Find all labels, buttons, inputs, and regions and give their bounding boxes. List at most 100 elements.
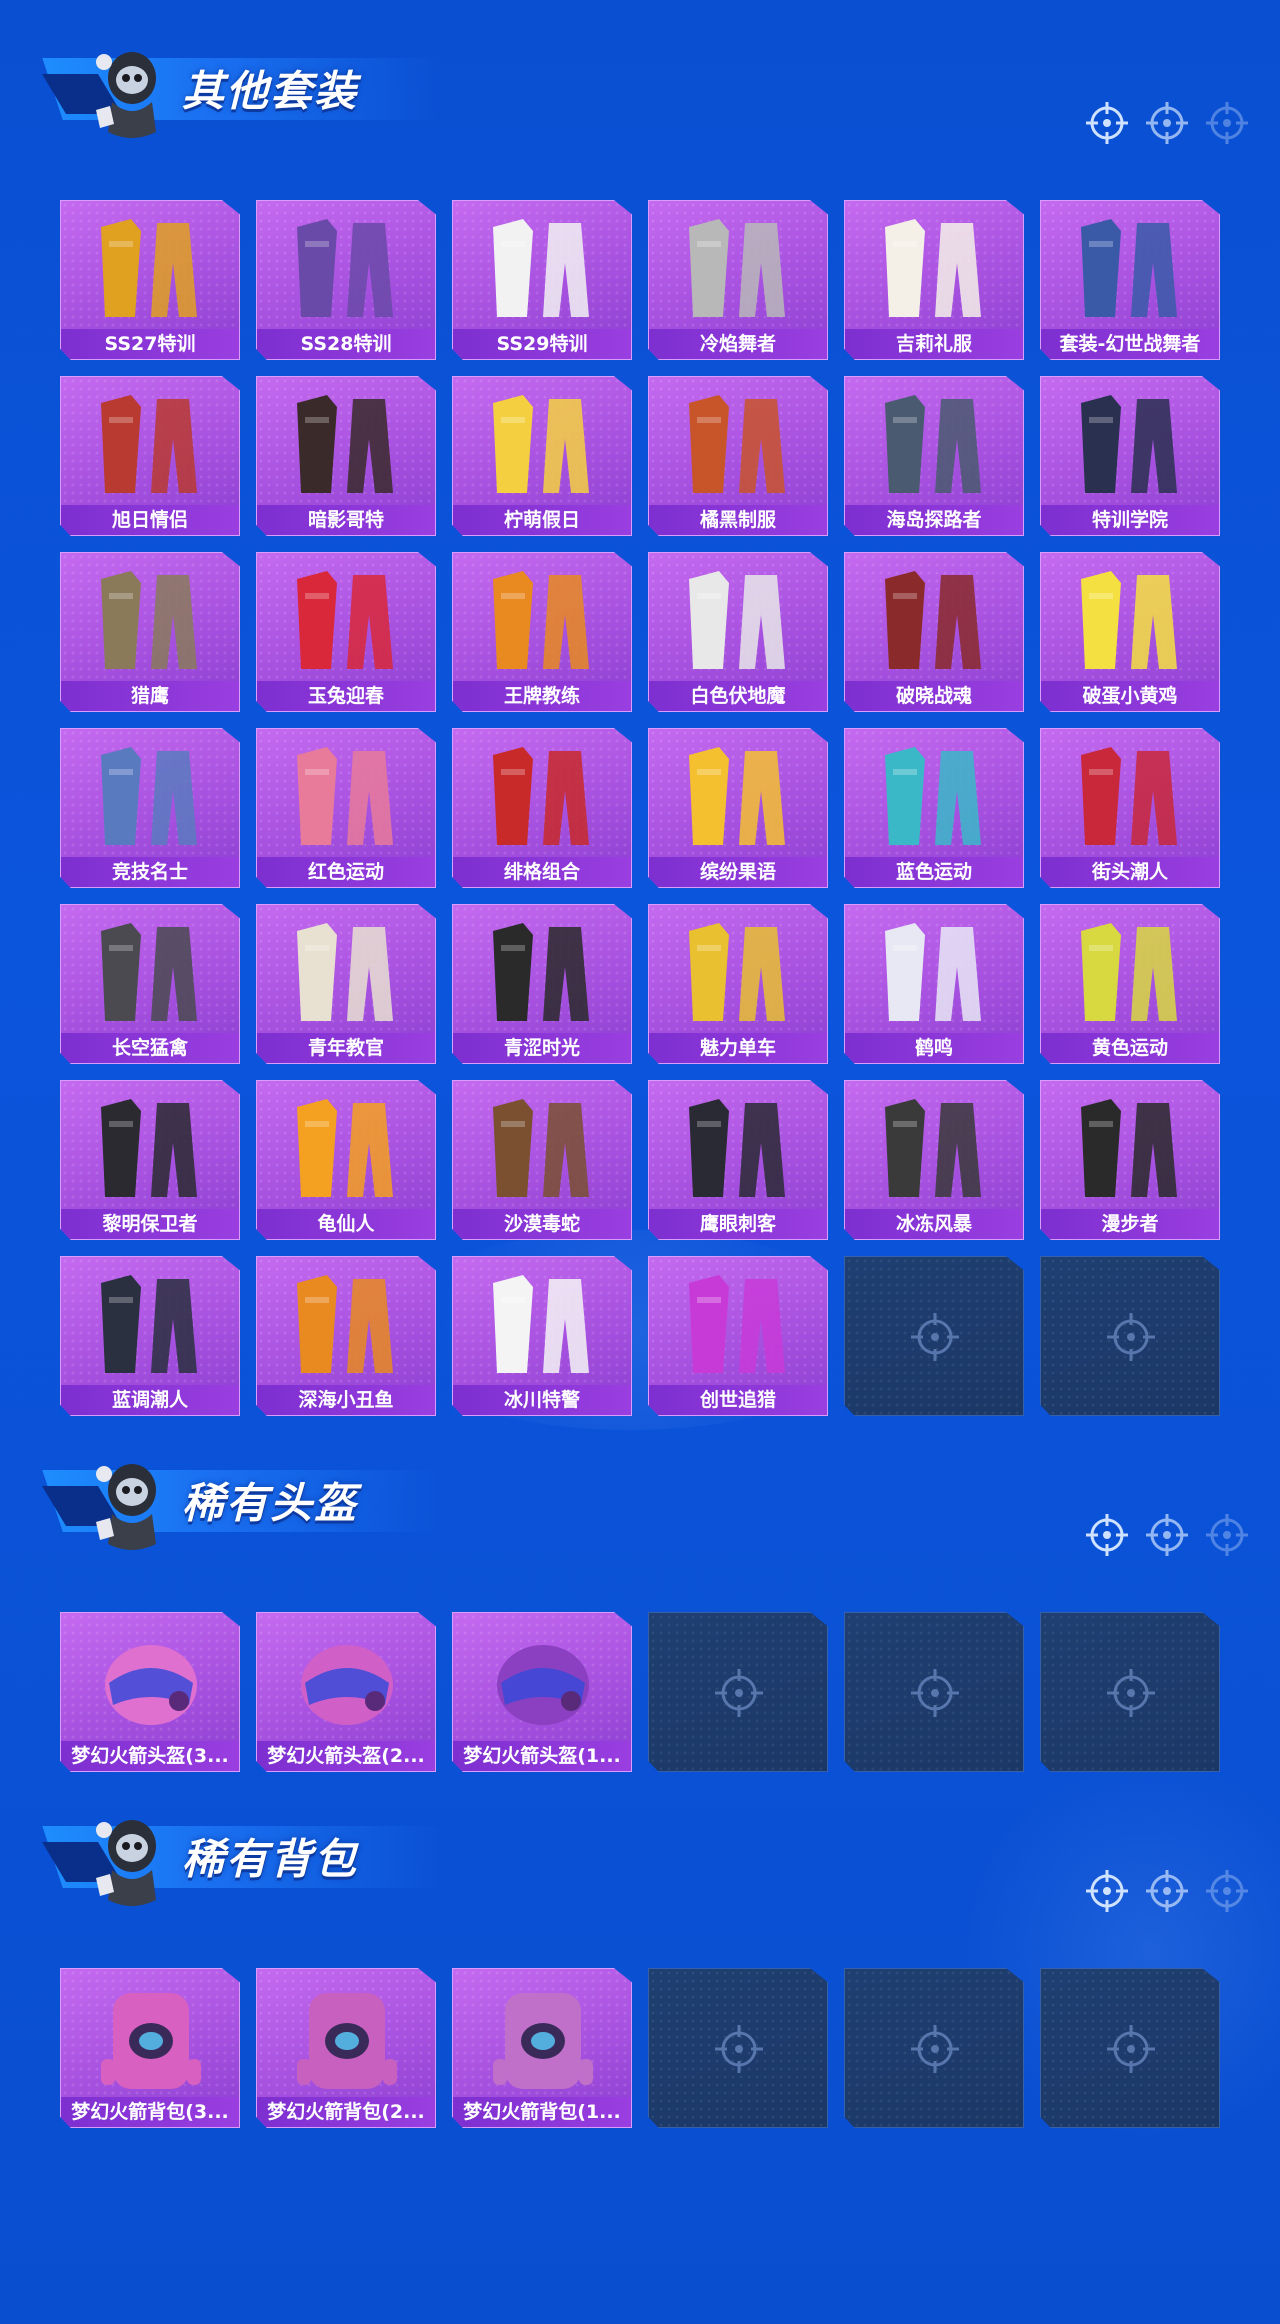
item-card[interactable]: 梦幻火箭背包(3... <box>60 1968 240 2128</box>
outfit-icon <box>1081 219 1177 317</box>
item-card[interactable]: 冷焰舞者 <box>648 200 828 360</box>
item-card[interactable]: SS29特训 <box>452 200 632 360</box>
item-card[interactable]: 橘黑制服 <box>648 376 828 536</box>
outfit-icon <box>885 571 981 669</box>
mascot-icon <box>96 1464 156 1550</box>
crosshair-icon <box>1086 1514 1128 1556</box>
item-card[interactable]: 青年教官 <box>256 904 436 1064</box>
item-card[interactable]: 鹰眼刺客 <box>648 1080 828 1240</box>
item-grid: 梦幻火箭头盔(3... 梦幻火箭头盔(2... 梦幻火箭头盔(1... <box>60 1612 1220 1772</box>
item-card[interactable]: 暗影哥特 <box>256 376 436 536</box>
outfit-icon <box>885 923 981 1021</box>
helmet-icon <box>301 1645 393 1725</box>
section-rare-helmets: 稀有头盔 梦幻火箭头盔(3... 梦幻火箭头盔(2... 梦幻火箭头盔(1... <box>0 1412 1280 1772</box>
outfit-icon <box>885 747 981 845</box>
item-card[interactable]: 特训学院 <box>1040 376 1220 536</box>
outfit-icon <box>689 219 785 317</box>
crosshair-icon <box>1146 102 1188 144</box>
item-label: 竞技名士 <box>61 857 239 887</box>
outfit-icon <box>689 1099 785 1197</box>
item-grid: 梦幻火箭背包(3... 梦幻火箭背包(2... 梦幻火箭背包(1... <box>60 1968 1220 2128</box>
item-label: 绯格组合 <box>453 857 631 887</box>
item-card[interactable]: 街头潮人 <box>1040 728 1220 888</box>
crosshair-icon <box>1146 1514 1188 1556</box>
section-title: 其他套装 <box>182 67 359 115</box>
section-other-outfits: 其他套装 SS27特训 SS28特训 SS29特训 冷焰舞者 吉莉礼服 套装-幻世战舞者旭… <box>0 0 1280 1416</box>
item-card[interactable]: 绯格组合 <box>452 728 632 888</box>
section-header: 稀有头盔 <box>0 1412 1280 1556</box>
item-card[interactable]: 蓝调潮人 <box>60 1256 240 1416</box>
item-card[interactable]: 长空猛禽 <box>60 904 240 1064</box>
item-label: 鹤鸣 <box>845 1033 1023 1063</box>
item-card[interactable]: 玉兔迎春 <box>256 552 436 712</box>
crosshair-icon <box>911 1669 959 1717</box>
item-card[interactable]: 梦幻火箭头盔(2... <box>256 1612 436 1772</box>
item-label: 旭日情侣 <box>61 505 239 535</box>
outfit-icon <box>297 1099 393 1197</box>
outfit-icon <box>101 219 197 317</box>
section-header: 其他套装 <box>0 0 1280 144</box>
item-card[interactable]: 黄色运动 <box>1040 904 1220 1064</box>
outfit-icon <box>101 747 197 845</box>
item-card[interactable]: 青涩时光 <box>452 904 632 1064</box>
item-card[interactable]: SS27特训 <box>60 200 240 360</box>
outfit-icon <box>297 219 393 317</box>
item-card[interactable]: 鹤鸣 <box>844 904 1024 1064</box>
item-label: SS27特训 <box>61 329 239 359</box>
item-label: 猎鹰 <box>61 681 239 711</box>
item-card[interactable]: 梦幻火箭背包(2... <box>256 1968 436 2128</box>
item-card[interactable]: 王牌教练 <box>452 552 632 712</box>
item-card[interactable]: 竞技名士 <box>60 728 240 888</box>
item-card[interactable]: 红色运动 <box>256 728 436 888</box>
backpack-icon <box>101 1993 201 2089</box>
item-card[interactable]: 沙漠毒蛇 <box>452 1080 632 1240</box>
item-label: 沙漠毒蛇 <box>453 1209 631 1239</box>
item-label: 玉兔迎春 <box>257 681 435 711</box>
item-card[interactable]: 梦幻火箭背包(1... <box>452 1968 632 2128</box>
page: 其他套装 SS27特训 SS28特训 SS29特训 冷焰舞者 吉莉礼服 套装-幻世战舞者旭… <box>0 0 1280 2324</box>
item-card[interactable]: 黎明保卫者 <box>60 1080 240 1240</box>
item-card[interactable]: 梦幻火箭头盔(1... <box>452 1612 632 1772</box>
item-label: 海岛探路者 <box>845 505 1023 535</box>
outfit-icon <box>689 923 785 1021</box>
item-card[interactable]: SS28特训 <box>256 200 436 360</box>
item-card[interactable]: 猎鹰 <box>60 552 240 712</box>
item-card[interactable]: 吉莉礼服 <box>844 200 1024 360</box>
item-label: 漫步者 <box>1041 1209 1219 1239</box>
item-card[interactable]: 魅力单车 <box>648 904 828 1064</box>
item-label: 深海小丑鱼 <box>257 1385 435 1415</box>
item-label: 梦幻火箭头盔(1... <box>453 1741 631 1771</box>
outfit-icon <box>297 1275 393 1373</box>
item-label: 街头潮人 <box>1041 857 1219 887</box>
outfit-icon <box>493 571 589 669</box>
outfit-icon <box>493 1275 589 1373</box>
crosshair-icon <box>1146 1870 1188 1912</box>
item-card[interactable]: 龟仙人 <box>256 1080 436 1240</box>
item-card[interactable]: 旭日情侣 <box>60 376 240 536</box>
item-card[interactable]: 冰川特警 <box>452 1256 632 1416</box>
outfit-icon <box>493 923 589 1021</box>
crosshair-icon <box>911 2025 959 2073</box>
item-card[interactable]: 冰冻风暴 <box>844 1080 1024 1240</box>
empty-slot <box>648 1968 828 2128</box>
item-card[interactable]: 漫步者 <box>1040 1080 1220 1240</box>
item-card[interactable]: 柠萌假日 <box>452 376 632 536</box>
item-card[interactable]: 梦幻火箭头盔(3... <box>60 1612 240 1772</box>
outfit-icon <box>101 1099 197 1197</box>
item-card[interactable]: 白色伏地魔 <box>648 552 828 712</box>
item-card[interactable]: 蓝色运动 <box>844 728 1024 888</box>
section-title: 稀有背包 <box>182 1835 359 1883</box>
item-card[interactable]: 破晓战魂 <box>844 552 1024 712</box>
crosshair-icon <box>1107 1313 1155 1361</box>
item-card[interactable]: 破蛋小黄鸡 <box>1040 552 1220 712</box>
item-card[interactable]: 创世追猎 <box>648 1256 828 1416</box>
outfit-icon <box>297 923 393 1021</box>
item-card[interactable]: 套装-幻世战舞者 <box>1040 200 1220 360</box>
item-label: 长空猛禽 <box>61 1033 239 1063</box>
item-label: 黄色运动 <box>1041 1033 1219 1063</box>
item-card[interactable]: 缤纷果语 <box>648 728 828 888</box>
item-card[interactable]: 深海小丑鱼 <box>256 1256 436 1416</box>
helmet-icon <box>105 1645 197 1725</box>
item-card[interactable]: 海岛探路者 <box>844 376 1024 536</box>
outfit-icon <box>101 395 197 493</box>
